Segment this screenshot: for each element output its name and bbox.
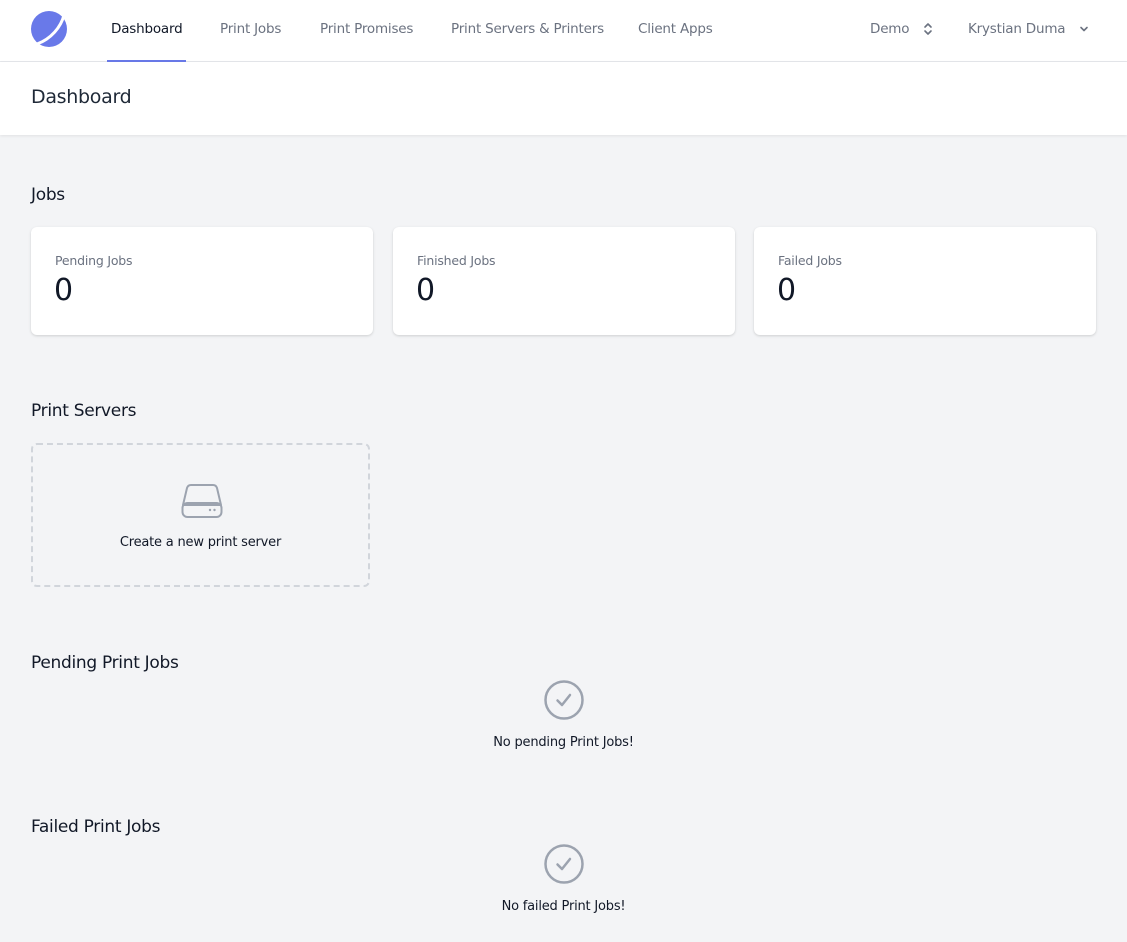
org-selector-label: Demo bbox=[870, 21, 910, 37]
page-header: Dashboard bbox=[0, 62, 1127, 135]
print-servers-section-title: Print Servers bbox=[31, 401, 137, 421]
user-name: Krystian Duma bbox=[968, 21, 1066, 37]
selector-icon bbox=[924, 23, 933, 35]
create-print-server-label: Create a new print server bbox=[119, 535, 282, 550]
nav-print-servers-printers[interactable]: Print Servers & Printers bbox=[451, 0, 604, 62]
stat-card-failed-jobs: Failed Jobs 0 bbox=[754, 227, 1096, 335]
stat-label: Failed Jobs bbox=[778, 253, 842, 268]
empty-state-text: No pending Print Jobs! bbox=[493, 735, 634, 750]
logo-icon[interactable] bbox=[31, 11, 67, 47]
server-icon bbox=[181, 484, 223, 518]
failed-print-jobs-empty-state: No failed Print Jobs! bbox=[440, 843, 687, 914]
nav-print-promises[interactable]: Print Promises bbox=[320, 0, 413, 62]
stat-card-finished-jobs: Finished Jobs 0 bbox=[393, 227, 735, 335]
check-circle-icon bbox=[543, 680, 584, 720]
pending-print-jobs-empty-state: No pending Print Jobs! bbox=[440, 679, 687, 750]
stat-value: 0 bbox=[416, 273, 436, 308]
stat-label: Pending Jobs bbox=[55, 253, 133, 268]
stat-card-pending-jobs: Pending Jobs 0 bbox=[31, 227, 373, 335]
page-title: Dashboard bbox=[31, 86, 132, 108]
chevron-down-icon bbox=[1080, 26, 1089, 32]
failed-print-jobs-title: Failed Print Jobs bbox=[31, 817, 161, 837]
stat-value: 0 bbox=[54, 273, 74, 308]
pending-print-jobs-title: Pending Print Jobs bbox=[31, 653, 179, 673]
jobs-section-title: Jobs bbox=[31, 185, 65, 205]
org-selector[interactable]: Demo bbox=[870, 0, 933, 58]
create-print-server-button[interactable]: Create a new print server bbox=[31, 443, 370, 587]
stat-value: 0 bbox=[777, 273, 797, 308]
nav-client-apps[interactable]: Client Apps bbox=[638, 0, 713, 62]
user-menu[interactable]: Krystian Duma bbox=[968, 0, 1089, 58]
nav-print-jobs[interactable]: Print Jobs bbox=[220, 0, 281, 62]
empty-state-text: No failed Print Jobs! bbox=[501, 899, 626, 914]
check-circle-icon bbox=[543, 844, 584, 884]
nav-dashboard[interactable]: Dashboard bbox=[106, 0, 187, 62]
stat-label: Finished Jobs bbox=[417, 253, 496, 268]
top-navigation: Dashboard Print Jobs Print Promises Prin… bbox=[0, 0, 1127, 62]
